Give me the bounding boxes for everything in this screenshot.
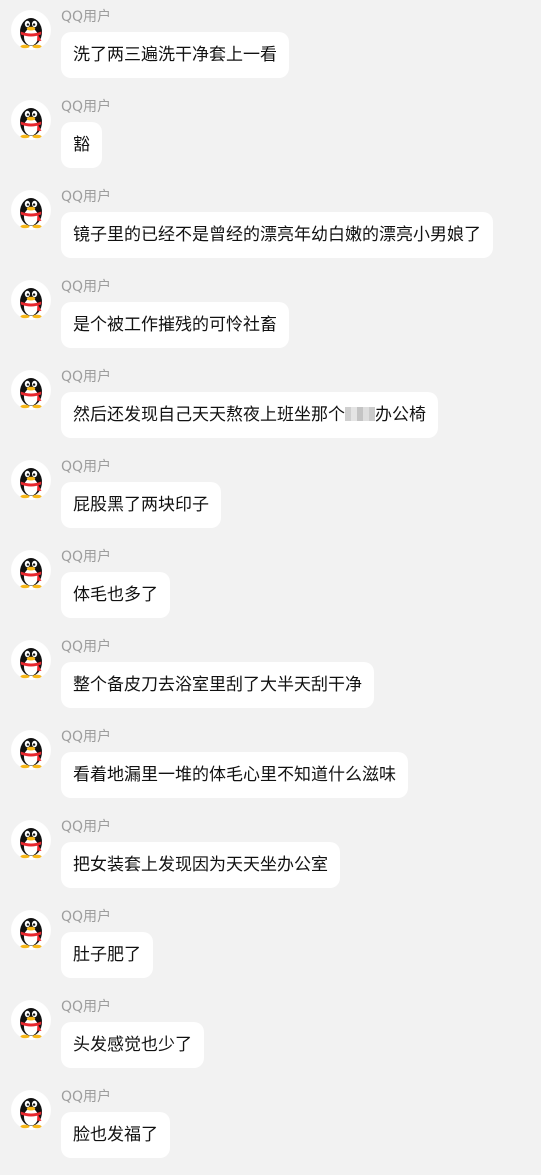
sender-name: QQ用户 xyxy=(61,279,112,295)
message-text: 然后还发现自己天天熬夜上班坐那个 xyxy=(73,405,345,425)
chat-message: QQ用户体毛也多了 xyxy=(0,540,541,630)
message-text: 把女装套上发现因为天天坐办公室 xyxy=(73,855,328,875)
message-text: 体毛也多了 xyxy=(73,585,158,605)
chat-message: QQ用户镜子里的已经不是曾经的漂亮年幼白嫩的漂亮小男娘了 xyxy=(0,180,541,270)
message-bubble[interactable]: 然后还发现自己天天熬夜上班坐那个 办公椅 xyxy=(61,392,438,438)
message-bubble[interactable]: 镜子里的已经不是曾经的漂亮年幼白嫩的漂亮小男娘了 xyxy=(61,212,493,258)
message-text: 是个被工作摧残的可怜社畜 xyxy=(73,315,277,335)
chat-message: QQ用户洗了两三遍洗干净套上一看 xyxy=(0,0,541,90)
message-bubble[interactable]: 脸也发福了 xyxy=(61,1112,170,1158)
message-text: 豁 xyxy=(73,135,90,155)
sender-name: QQ用户 xyxy=(61,99,112,115)
qq-penguin-icon[interactable] xyxy=(11,280,51,320)
message-text: 屁股黑了两块印子 xyxy=(73,495,209,515)
sender-name: QQ用户 xyxy=(61,549,112,565)
message-text: 头发感觉也少了 xyxy=(73,1035,192,1055)
message-text: 肚子肥了 xyxy=(73,945,141,965)
sender-name: QQ用户 xyxy=(61,1089,112,1105)
message-bubble[interactable]: 头发感觉也少了 xyxy=(61,1022,204,1068)
chat-message: QQ用户把女装套上发现因为天天坐办公室 xyxy=(0,810,541,900)
message-text: 镜子里的已经不是曾经的漂亮年幼白嫩的漂亮小男娘了 xyxy=(73,225,481,245)
message-text: 洗了两三遍洗干净套上一看 xyxy=(73,45,277,65)
chat-message: QQ用户脸也发福了 xyxy=(0,1080,541,1170)
chat-message: QQ用户是个被工作摧残的可怜社畜 xyxy=(0,270,541,360)
message-bubble[interactable]: 豁 xyxy=(61,122,102,168)
redacted-mosaic xyxy=(345,407,375,421)
sender-name: QQ用户 xyxy=(61,189,112,205)
qq-penguin-icon[interactable] xyxy=(11,640,51,680)
qq-penguin-icon[interactable] xyxy=(11,100,51,140)
chat-message: QQ用户看着地漏里一堆的体毛心里不知道什么滋味 xyxy=(0,720,541,810)
chat-message: QQ用户整个备皮刀去浴室里刮了大半天刮干净 xyxy=(0,630,541,720)
chat-message: QQ用户屁股黑了两块印子 xyxy=(0,450,541,540)
qq-penguin-icon[interactable] xyxy=(11,550,51,590)
message-text: 整个备皮刀去浴室里刮了大半天刮干净 xyxy=(73,675,362,695)
sender-name: QQ用户 xyxy=(61,639,112,655)
message-bubble[interactable]: 体毛也多了 xyxy=(61,572,170,618)
qq-penguin-icon[interactable] xyxy=(11,910,51,950)
sender-name: QQ用户 xyxy=(61,9,112,25)
message-bubble[interactable]: 肚子肥了 xyxy=(61,932,153,978)
message-bubble[interactable]: 看着地漏里一堆的体毛心里不知道什么滋味 xyxy=(61,752,408,798)
message-bubble[interactable]: 洗了两三遍洗干净套上一看 xyxy=(61,32,289,78)
qq-penguin-icon[interactable] xyxy=(11,730,51,770)
qq-penguin-icon[interactable] xyxy=(11,1090,51,1130)
qq-penguin-icon[interactable] xyxy=(11,10,51,50)
sender-name: QQ用户 xyxy=(61,999,112,1015)
chat-message: QQ用户豁 xyxy=(0,90,541,180)
chat-message-list[interactable]: QQ用户 洗了两三遍洗干净套上一看 QQ用户豁 QQ用户 镜子里的已经不是曾经的漂亮年幼… xyxy=(0,0,541,1175)
message-bubble[interactable]: 屁股黑了两块印子 xyxy=(61,482,221,528)
message-bubble[interactable]: 整个备皮刀去浴室里刮了大半天刮干净 xyxy=(61,662,374,708)
chat-message: QQ用户然后还发现自己天天熬夜上班坐那个 办公椅 xyxy=(0,360,541,450)
sender-name: QQ用户 xyxy=(61,459,112,475)
sender-name: QQ用户 xyxy=(61,909,112,925)
message-text: 脸也发福了 xyxy=(73,1125,158,1145)
message-text: 办公椅 xyxy=(375,405,426,425)
qq-penguin-icon[interactable] xyxy=(11,460,51,500)
sender-name: QQ用户 xyxy=(61,369,112,385)
sender-name: QQ用户 xyxy=(61,819,112,835)
qq-penguin-icon[interactable] xyxy=(11,1000,51,1040)
message-bubble[interactable]: 把女装套上发现因为天天坐办公室 xyxy=(61,842,340,888)
qq-penguin-icon[interactable] xyxy=(11,820,51,860)
chat-message: QQ用户肚子肥了 xyxy=(0,900,541,990)
message-text: 看着地漏里一堆的体毛心里不知道什么滋味 xyxy=(73,765,396,785)
message-bubble[interactable]: 是个被工作摧残的可怜社畜 xyxy=(61,302,289,348)
qq-penguin-icon[interactable] xyxy=(11,370,51,410)
qq-penguin-icon[interactable] xyxy=(11,190,51,230)
chat-message: QQ用户头发感觉也少了 xyxy=(0,990,541,1080)
sender-name: QQ用户 xyxy=(61,729,112,745)
